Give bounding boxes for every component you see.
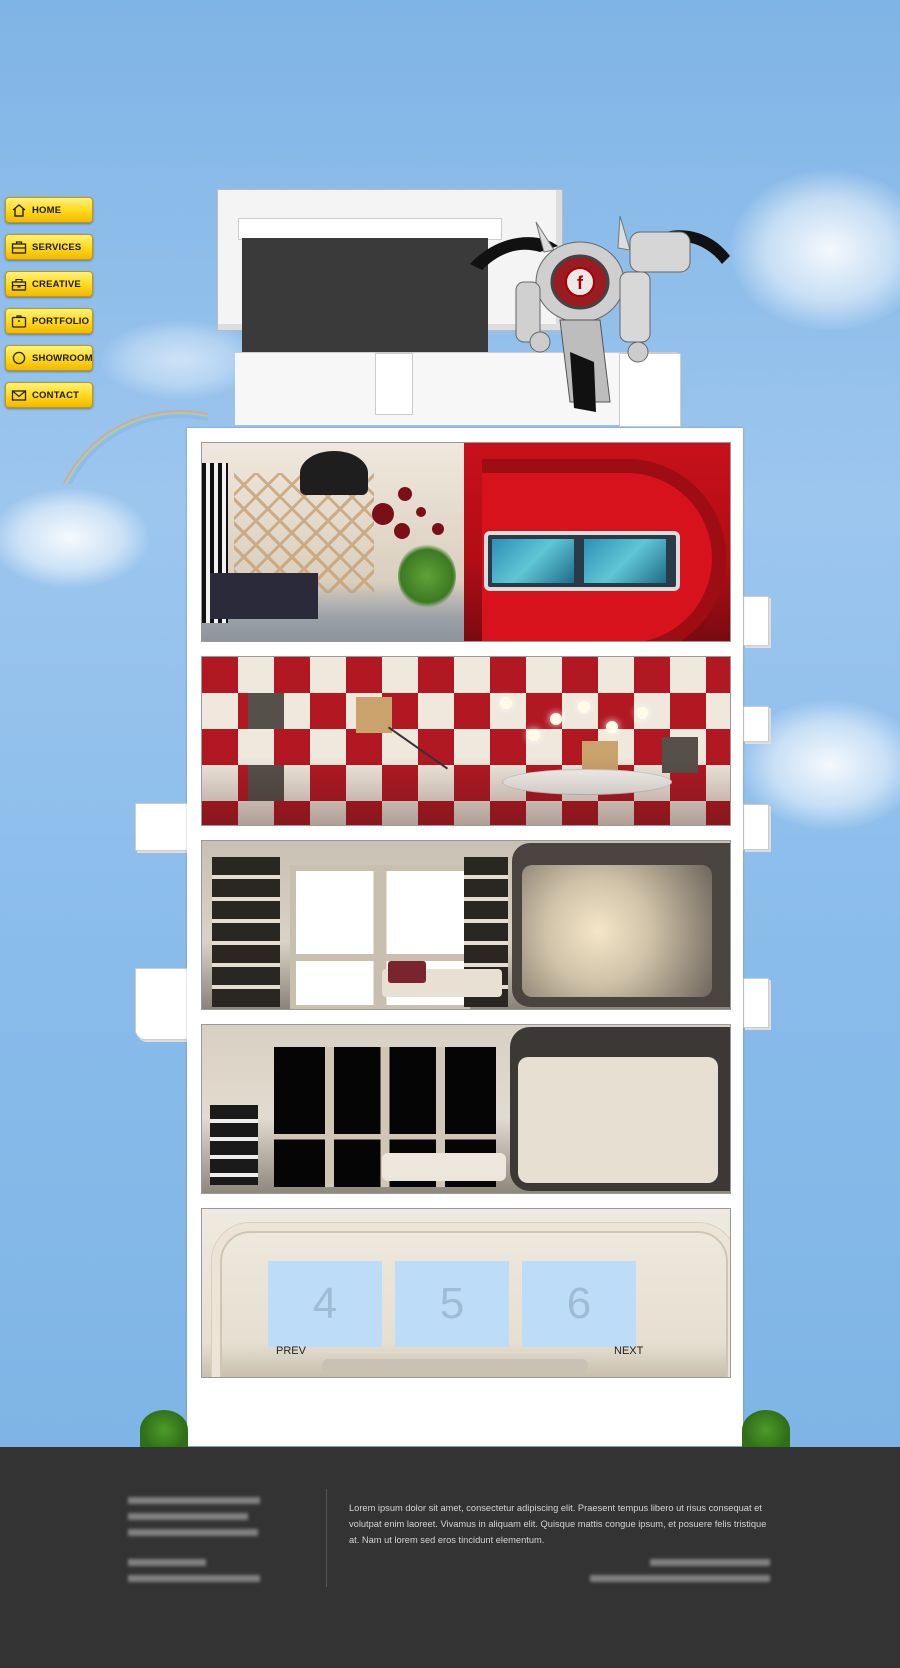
toolbox-icon	[11, 277, 27, 291]
shrub	[742, 1410, 790, 1450]
side-block	[743, 978, 769, 1028]
bookshelf	[210, 1105, 258, 1185]
roof-dark-panel	[242, 238, 488, 366]
briefcase-icon	[11, 240, 27, 254]
floor-office-lounge	[201, 442, 731, 642]
roof-lip	[238, 218, 502, 240]
nav-services[interactable]: SERVICES	[5, 234, 93, 260]
logo-letter: f	[577, 273, 584, 293]
cloud	[730, 170, 900, 330]
gallery-slot-number: 4	[312, 1279, 338, 1328]
glass-pod	[512, 843, 730, 1007]
nav-creative[interactable]: CREATIVE	[5, 271, 93, 297]
robot-mascot: f	[470, 212, 730, 422]
glass-pod	[510, 1027, 730, 1191]
wall-dot	[398, 487, 412, 501]
side-block	[135, 968, 189, 1040]
nav-portfolio[interactable]: PORTFOLIO	[5, 308, 93, 334]
nav-portfolio-label: PORTFOLIO	[32, 315, 90, 327]
nav-home-label: HOME	[32, 204, 62, 216]
nav-showroom-label: SHOWROOM	[32, 352, 93, 364]
nav-home[interactable]: HOME	[5, 197, 93, 223]
side-block	[743, 706, 769, 742]
footer-divider	[326, 1489, 327, 1587]
nav-services-label: SERVICES	[32, 241, 82, 253]
footer: Lorem ipsum dolor sit amet, consectetur …	[0, 1447, 900, 1668]
floor-checkered-room	[201, 656, 731, 826]
sofa	[382, 961, 502, 997]
blurred-text	[650, 1559, 770, 1566]
blurred-text	[590, 1575, 770, 1582]
nav-showroom[interactable]: SHOWROOM	[5, 345, 93, 371]
wall-dot	[416, 507, 426, 517]
shrub	[140, 1410, 188, 1450]
floor-shade	[202, 657, 730, 825]
nav-creative-label: CREATIVE	[32, 278, 81, 290]
pendant-lamp	[300, 451, 368, 495]
main-nav: HOME SERVICES CREATIVE PORTFOLIO SHOWROO…	[5, 197, 93, 419]
footer-text: Lorem ipsum dolor sit amet, consectetur …	[349, 1503, 767, 1546]
blurred-text	[128, 1575, 260, 1582]
blurred-text	[128, 1513, 248, 1520]
gallery-slot[interactable]: 4	[268, 1261, 382, 1347]
floor-gallery: 4 5 6 PREV NEXT	[201, 1208, 731, 1378]
side-block	[135, 803, 189, 851]
gallery-bench	[322, 1359, 588, 1373]
portfolio-icon	[11, 314, 27, 328]
blurred-text	[128, 1559, 206, 1566]
aquarium-screens	[484, 531, 680, 591]
home-icon	[11, 203, 27, 217]
next-button[interactable]: NEXT	[614, 1345, 643, 1357]
gallery-slot-number: 6	[566, 1279, 592, 1328]
prev-button[interactable]: PREV	[276, 1345, 306, 1357]
side-block	[743, 804, 769, 850]
building-tower: 4 5 6 PREV NEXT	[187, 428, 743, 1446]
envelope-icon	[11, 388, 27, 402]
sofa	[382, 1153, 506, 1181]
nav-contact[interactable]: CONTACT	[5, 382, 93, 408]
gallery-slot-number: 5	[439, 1279, 465, 1328]
compass-icon	[11, 351, 27, 365]
wall-dot	[372, 503, 394, 525]
bookshelf	[212, 857, 280, 1007]
floor-bedroom	[201, 1024, 731, 1194]
blurred-text	[128, 1497, 260, 1504]
cloud	[0, 488, 150, 588]
office-desk	[210, 573, 318, 619]
wall-dot	[394, 523, 410, 539]
gallery-slot[interactable]: 6	[522, 1261, 636, 1347]
office-room	[202, 443, 464, 641]
roof-block	[375, 353, 413, 415]
blurred-text	[128, 1529, 258, 1536]
side-block	[743, 596, 769, 646]
gallery-slot[interactable]: 5	[395, 1261, 509, 1347]
nav-contact-label: CONTACT	[32, 389, 80, 401]
lounge-room	[464, 443, 730, 641]
wall-dot	[432, 523, 444, 535]
potted-plant	[398, 543, 456, 609]
floor-living-room	[201, 840, 731, 1010]
